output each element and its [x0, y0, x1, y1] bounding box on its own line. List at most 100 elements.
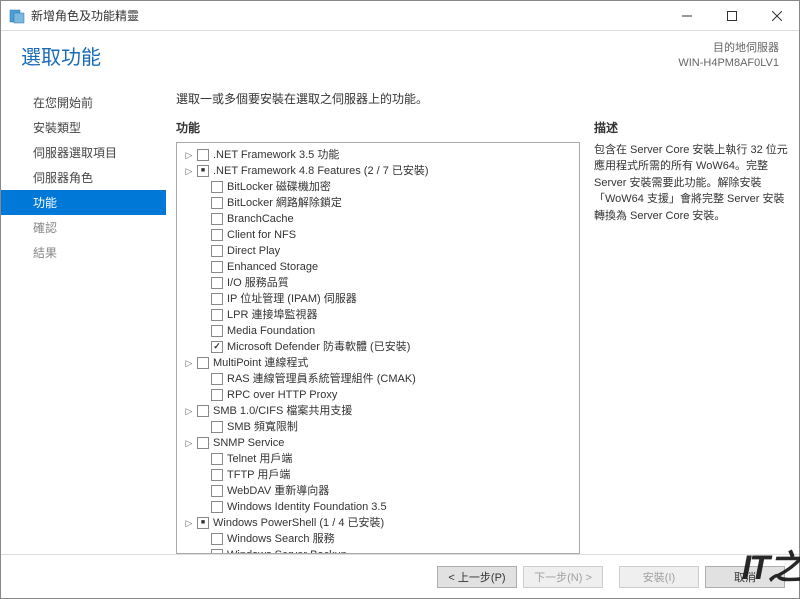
feature-row[interactable]: Windows Search 服務: [179, 531, 577, 547]
cancel-button[interactable]: 取消: [705, 566, 785, 588]
feature-label: Microsoft Defender 防毒軟體 (已安裝): [227, 339, 410, 355]
feature-row[interactable]: ▷ SMB 1.0/CIFS 檔案共用支援: [179, 403, 577, 419]
page-title: 選取功能: [21, 41, 678, 70]
features-heading: 功能: [176, 119, 580, 136]
feature-checkbox[interactable]: [197, 357, 209, 369]
feature-row[interactable]: Windows Identity Foundation 3.5: [179, 499, 577, 515]
maximize-button[interactable]: [709, 1, 754, 30]
description-column: 描述 包含在 Server Core 安裝上執行 32 位元應用程式所需的所有 …: [594, 119, 789, 554]
feature-row[interactable]: Telnet 用戶端: [179, 451, 577, 467]
close-button[interactable]: [754, 1, 799, 30]
expand-icon[interactable]: ▷: [183, 355, 195, 371]
feature-label: I/O 服務品質: [227, 275, 289, 291]
feature-row[interactable]: TFTP 用戶端: [179, 467, 577, 483]
destination-server: WIN-H4PM8AF0LV1: [678, 56, 779, 71]
expand-icon[interactable]: ▷: [183, 515, 195, 531]
feature-row[interactable]: I/O 服務品質: [179, 275, 577, 291]
feature-checkbox[interactable]: [211, 245, 223, 257]
sidebar-step[interactable]: 安裝類型: [1, 115, 166, 140]
feature-checkbox[interactable]: [197, 437, 209, 449]
feature-checkbox[interactable]: [197, 517, 209, 529]
expand-icon[interactable]: ▷: [183, 403, 195, 419]
feature-label: WebDAV 重新導向器: [227, 483, 329, 499]
feature-label: Enhanced Storage: [227, 259, 318, 275]
feature-row[interactable]: BitLocker 磁碟機加密: [179, 179, 577, 195]
feature-checkbox[interactable]: [211, 373, 223, 385]
columns: 功能 ▷.NET Framework 3.5 功能▷.NET Framework…: [176, 119, 789, 554]
feature-label: TFTP 用戶端: [227, 467, 290, 483]
feature-checkbox[interactable]: [211, 341, 223, 353]
feature-row[interactable]: WebDAV 重新導向器: [179, 483, 577, 499]
feature-row[interactable]: ▷.NET Framework 3.5 功能: [179, 147, 577, 163]
feature-row[interactable]: IP 位址管理 (IPAM) 伺服器: [179, 291, 577, 307]
feature-checkbox[interactable]: [211, 181, 223, 193]
feature-label: IP 位址管理 (IPAM) 伺服器: [227, 291, 357, 307]
feature-row[interactable]: ▷Windows PowerShell (1 / 4 已安裝): [179, 515, 577, 531]
feature-label: Windows Identity Foundation 3.5: [227, 499, 387, 515]
feature-row[interactable]: RAS 連線管理員系統管理組件 (CMAK): [179, 371, 577, 387]
app-icon: [9, 8, 25, 24]
feature-label: LPR 連接埠監視器: [227, 307, 317, 323]
feature-row[interactable]: ▷ SNMP Service: [179, 435, 577, 451]
wizard-footer: < 上一步(P) 下一步(N) > 安裝(I) 取消: [1, 554, 799, 598]
previous-button[interactable]: < 上一步(P): [437, 566, 517, 588]
feature-row[interactable]: ▷MultiPoint 連線程式: [179, 355, 577, 371]
sidebar-step[interactable]: 伺服器選取項目: [1, 140, 166, 165]
feature-checkbox[interactable]: [211, 501, 223, 513]
feature-row[interactable]: BitLocker 網路解除鎖定: [179, 195, 577, 211]
expand-icon[interactable]: ▷: [183, 163, 195, 179]
feature-label: SMB 頻寬限制: [227, 419, 298, 435]
features-tree[interactable]: ▷.NET Framework 3.5 功能▷.NET Framework 4.…: [176, 142, 580, 554]
sidebar-step[interactable]: 伺服器角色: [1, 165, 166, 190]
main-panel: 選取一或多個要安裝在選取之伺服器上的功能。 功能 ▷.NET Framework…: [166, 80, 799, 554]
next-button[interactable]: 下一步(N) >: [523, 566, 603, 588]
feature-row[interactable]: Enhanced Storage: [179, 259, 577, 275]
feature-checkbox[interactable]: [211, 325, 223, 337]
feature-checkbox[interactable]: [211, 389, 223, 401]
sidebar-step[interactable]: 功能: [1, 190, 166, 215]
install-button[interactable]: 安裝(I): [619, 566, 699, 588]
feature-row[interactable]: Media Foundation: [179, 323, 577, 339]
feature-checkbox[interactable]: [211, 469, 223, 481]
feature-checkbox[interactable]: [211, 485, 223, 497]
feature-checkbox[interactable]: [211, 261, 223, 273]
expand-icon[interactable]: ▷: [183, 147, 195, 163]
feature-checkbox[interactable]: [211, 213, 223, 225]
feature-label: SNMP Service: [213, 435, 284, 451]
feature-row[interactable]: SMB 頻寬限制: [179, 419, 577, 435]
feature-checkbox[interactable]: [197, 149, 209, 161]
minimize-button[interactable]: [664, 1, 709, 30]
feature-checkbox[interactable]: [211, 229, 223, 241]
feature-checkbox[interactable]: [211, 453, 223, 465]
expand-icon[interactable]: ▷: [183, 435, 195, 451]
feature-label: RAS 連線管理員系統管理組件 (CMAK): [227, 371, 416, 387]
feature-checkbox[interactable]: [211, 421, 223, 433]
feature-label: Client for NFS: [227, 227, 296, 243]
feature-row[interactable]: Windows Server Backup: [179, 547, 577, 554]
feature-checkbox[interactable]: [211, 533, 223, 545]
feature-row[interactable]: Direct Play: [179, 243, 577, 259]
feature-checkbox[interactable]: [211, 293, 223, 305]
feature-label: SMB 1.0/CIFS 檔案共用支援: [213, 403, 352, 419]
feature-checkbox[interactable]: [197, 165, 209, 177]
feature-label: Windows Search 服務: [227, 531, 335, 547]
sidebar-step: 結果: [1, 240, 166, 265]
wizard-content: 在您開始前安裝類型伺服器選取項目伺服器角色功能確認結果 選取一或多個要安裝在選取…: [1, 80, 799, 554]
feature-label: Direct Play: [227, 243, 280, 259]
instruction-text: 選取一或多個要安裝在選取之伺服器上的功能。: [176, 90, 789, 107]
sidebar-step[interactable]: 在您開始前: [1, 90, 166, 115]
feature-checkbox[interactable]: [197, 405, 209, 417]
feature-row[interactable]: LPR 連接埠監視器: [179, 307, 577, 323]
feature-checkbox[interactable]: [211, 277, 223, 289]
feature-label: BitLocker 磁碟機加密: [227, 179, 331, 195]
feature-row[interactable]: ▷ .NET Framework 4.8 Features (2 / 7 已安裝): [179, 163, 577, 179]
window-controls: [664, 1, 799, 30]
feature-checkbox[interactable]: [211, 197, 223, 209]
feature-checkbox[interactable]: [211, 309, 223, 321]
feature-row[interactable]: Microsoft Defender 防毒軟體 (已安裝): [179, 339, 577, 355]
feature-label: .NET Framework 4.8 Features (2 / 7 已安裝): [213, 163, 429, 179]
feature-row[interactable]: BranchCache: [179, 211, 577, 227]
feature-row[interactable]: RPC over HTTP Proxy: [179, 387, 577, 403]
feature-row[interactable]: Client for NFS: [179, 227, 577, 243]
feature-label: BranchCache: [227, 211, 294, 227]
